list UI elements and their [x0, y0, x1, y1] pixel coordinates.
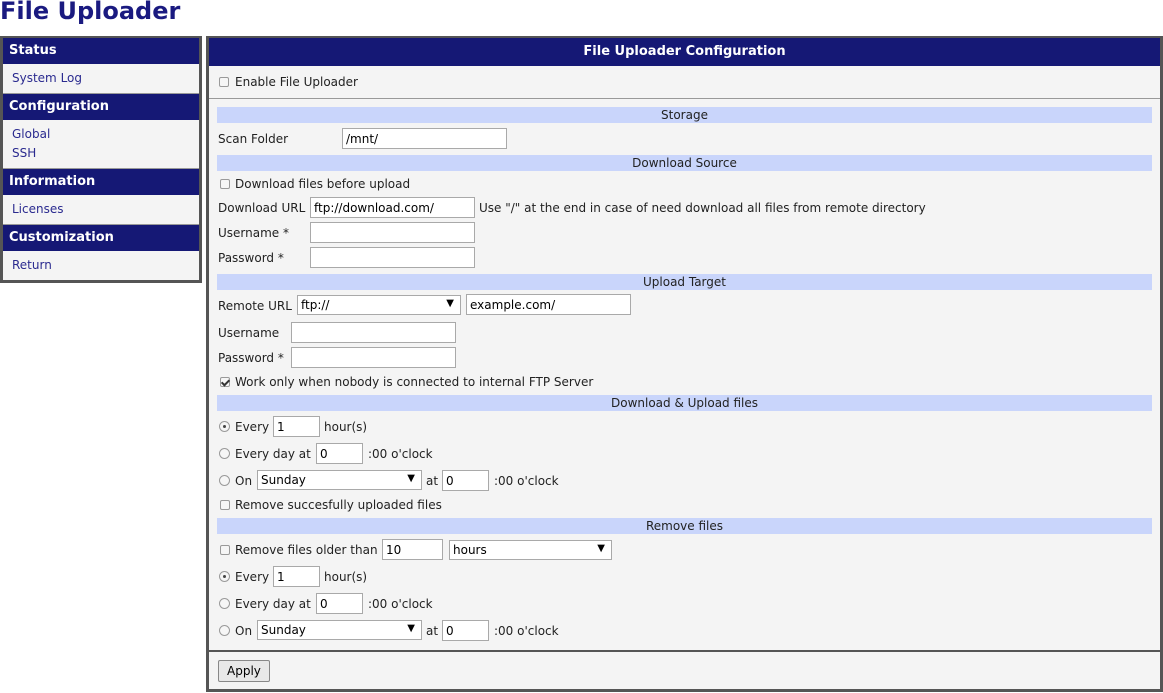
download-password-input[interactable]	[310, 247, 475, 268]
section-download-source: Download Source	[217, 155, 1152, 171]
section-storage: Storage	[217, 107, 1152, 123]
remove-at-input[interactable]	[442, 620, 489, 641]
remote-url-label: Remote URL	[218, 299, 292, 313]
schedule-at-label: at	[426, 474, 439, 488]
sidebar-heading-customization: Customization	[3, 225, 199, 251]
download-before-upload-checkbox[interactable]	[220, 179, 230, 189]
remove-every-day-label: Every day at	[235, 597, 311, 611]
panel-header: File Uploader Configuration	[209, 38, 1160, 66]
sidebar: Status System Log Configuration Global S…	[0, 36, 202, 283]
remove-at-oclock: :00 o'clock	[494, 624, 559, 638]
enable-label: Enable File Uploader	[235, 75, 358, 89]
enable-row: Enable File Uploader	[209, 66, 1160, 99]
sidebar-group-information: Licenses	[3, 195, 199, 225]
chevron-down-icon: ▼	[446, 298, 454, 309]
remove-older-label: Remove files older than	[235, 543, 378, 557]
sidebar-item-licenses[interactable]: Licenses	[12, 200, 199, 219]
sidebar-heading-status: Status	[3, 38, 199, 64]
remove-every-label: Every	[235, 570, 270, 584]
schedule-at-input[interactable]	[442, 470, 489, 491]
sidebar-item-ssh[interactable]: SSH	[12, 144, 199, 163]
upload-username-input[interactable]	[291, 322, 456, 343]
chevron-down-icon: ▼	[407, 473, 415, 484]
footer-divider	[209, 650, 1160, 652]
schedule-day-select[interactable]: Sunday ▼	[257, 470, 422, 490]
upload-password-label: Password *	[218, 351, 284, 365]
sidebar-item-system-log[interactable]: System Log	[12, 69, 199, 88]
protocol-select-value: ftp://	[301, 298, 330, 312]
remove-at-label: at	[426, 624, 439, 638]
upload-password-input[interactable]	[291, 347, 456, 368]
sidebar-group-configuration: Global SSH	[3, 120, 199, 169]
ftp-only-label: Work only when nobody is connected to in…	[235, 375, 594, 389]
download-before-upload-label: Download files before upload	[235, 177, 411, 191]
sidebar-heading-information: Information	[3, 169, 199, 195]
remove-hours-label: hour(s)	[324, 570, 368, 584]
schedule-every-day-label: Every day at	[235, 447, 311, 461]
schedule-hours-label: hour(s)	[324, 420, 368, 434]
ftp-only-checkbox[interactable]	[220, 377, 230, 387]
download-url-input[interactable]	[310, 197, 475, 218]
scan-folder-input[interactable]	[342, 128, 507, 149]
remove-uploaded-label: Remove succesfully uploaded files	[235, 498, 442, 512]
upload-username-label: Username	[218, 326, 280, 340]
remote-host-input[interactable]	[466, 294, 631, 315]
schedule-every-day-input[interactable]	[316, 443, 363, 464]
remove-on-radio[interactable]	[219, 625, 230, 636]
schedule-every-day-radio[interactable]	[219, 448, 230, 459]
remove-uploaded-checkbox[interactable]	[220, 500, 230, 510]
schedule-on-label: On	[235, 474, 253, 488]
enable-checkbox[interactable]	[219, 77, 229, 87]
remove-every-day-oclock: :00 o'clock	[368, 597, 433, 611]
chevron-down-icon: ▼	[597, 543, 605, 554]
section-download-upload-files: Download & Upload files	[217, 395, 1152, 411]
sidebar-item-return[interactable]: Return	[12, 256, 199, 275]
download-username-label: Username *	[218, 226, 289, 240]
apply-button[interactable]: Apply	[218, 660, 270, 682]
download-password-label: Password *	[218, 251, 284, 265]
section-remove-files: Remove files	[217, 518, 1152, 534]
chevron-down-icon: ▼	[407, 623, 415, 634]
download-url-hint: Use "/" at the end in case of need downl…	[479, 201, 926, 215]
remove-day-value: Sunday	[261, 623, 306, 637]
remove-every-radio[interactable]	[219, 571, 230, 582]
remove-day-select[interactable]: Sunday ▼	[257, 620, 422, 640]
remove-every-day-input[interactable]	[316, 593, 363, 614]
sidebar-item-global[interactable]: Global	[12, 125, 199, 144]
schedule-every-day-oclock: :00 o'clock	[368, 447, 433, 461]
scan-folder-label: Scan Folder	[218, 132, 289, 146]
schedule-on-radio[interactable]	[219, 475, 230, 486]
sidebar-heading-configuration: Configuration	[3, 94, 199, 120]
sidebar-group-customization: Return	[3, 251, 199, 280]
sidebar-group-status: System Log	[3, 64, 199, 94]
schedule-day-value: Sunday	[261, 473, 306, 487]
download-username-input[interactable]	[310, 222, 475, 243]
protocol-select[interactable]: ftp:// ▼	[297, 295, 461, 315]
schedule-at-oclock: :00 o'clock	[494, 474, 559, 488]
schedule-every-input[interactable]	[273, 416, 320, 437]
remove-older-unit-value: hours	[453, 543, 487, 557]
download-url-label: Download URL	[218, 201, 306, 215]
remove-older-checkbox[interactable]	[220, 545, 230, 555]
config-panel: File Uploader Configuration Enable File …	[206, 36, 1163, 692]
remove-every-day-radio[interactable]	[219, 598, 230, 609]
remove-older-unit-select[interactable]: hours ▼	[449, 540, 612, 560]
schedule-every-radio[interactable]	[219, 421, 230, 432]
section-upload-target: Upload Target	[217, 274, 1152, 290]
remove-older-input[interactable]	[382, 539, 443, 560]
schedule-every-label: Every	[235, 420, 270, 434]
remove-on-label: On	[235, 624, 253, 638]
remove-every-input[interactable]	[273, 566, 320, 587]
page-title: File Uploader	[0, 0, 181, 25]
